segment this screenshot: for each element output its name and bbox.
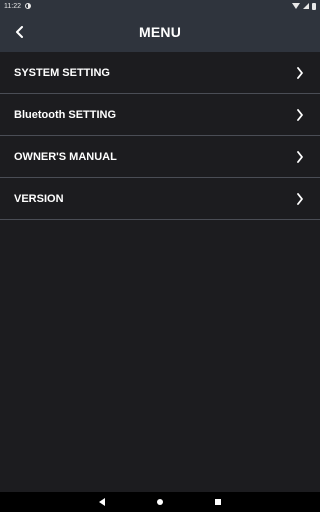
menu-item-version[interactable]: VERSION bbox=[0, 178, 320, 220]
sync-icon bbox=[25, 3, 31, 9]
status-right bbox=[292, 2, 316, 10]
recents-square-icon bbox=[215, 499, 221, 505]
signal-icon bbox=[303, 3, 309, 9]
status-time: 11:22 bbox=[4, 2, 21, 10]
menu-screen: 11:22 MENU SYSTEM SETTING Bluetooth SETT… bbox=[0, 0, 320, 512]
back-triangle-icon bbox=[99, 498, 105, 506]
home-circle-icon bbox=[157, 499, 163, 505]
menu-item-label: Bluetooth SETTING bbox=[14, 108, 117, 121]
chevron-right-icon bbox=[294, 192, 306, 205]
page-title: MENU bbox=[138, 24, 182, 40]
menu-item-owners-manual[interactable]: OWNER'S MANUAL bbox=[0, 136, 320, 178]
chevron-right-icon bbox=[294, 66, 306, 79]
chevron-right-icon bbox=[294, 150, 306, 163]
menu-item-label: VERSION bbox=[14, 192, 64, 205]
status-left: 11:22 bbox=[4, 3, 31, 10]
wifi-icon bbox=[292, 3, 300, 9]
chevron-left-icon bbox=[16, 26, 23, 38]
status-bar: 11:22 bbox=[0, 0, 320, 12]
nav-back-button[interactable] bbox=[95, 495, 109, 509]
back-button[interactable] bbox=[8, 20, 32, 44]
app-bar: MENU bbox=[0, 12, 320, 52]
battery-icon bbox=[312, 2, 316, 10]
chevron-right-icon bbox=[294, 108, 306, 121]
menu-item-label: OWNER'S MANUAL bbox=[14, 150, 117, 163]
system-nav-bar bbox=[0, 492, 320, 512]
menu-item-bluetooth-setting[interactable]: Bluetooth SETTING bbox=[0, 94, 320, 136]
nav-home-button[interactable] bbox=[153, 495, 167, 509]
nav-recents-button[interactable] bbox=[211, 495, 225, 509]
menu-item-system-setting[interactable]: SYSTEM SETTING bbox=[0, 52, 320, 94]
menu-list: SYSTEM SETTING Bluetooth SETTING OWNER'S… bbox=[0, 52, 320, 220]
menu-item-label: SYSTEM SETTING bbox=[14, 66, 110, 79]
